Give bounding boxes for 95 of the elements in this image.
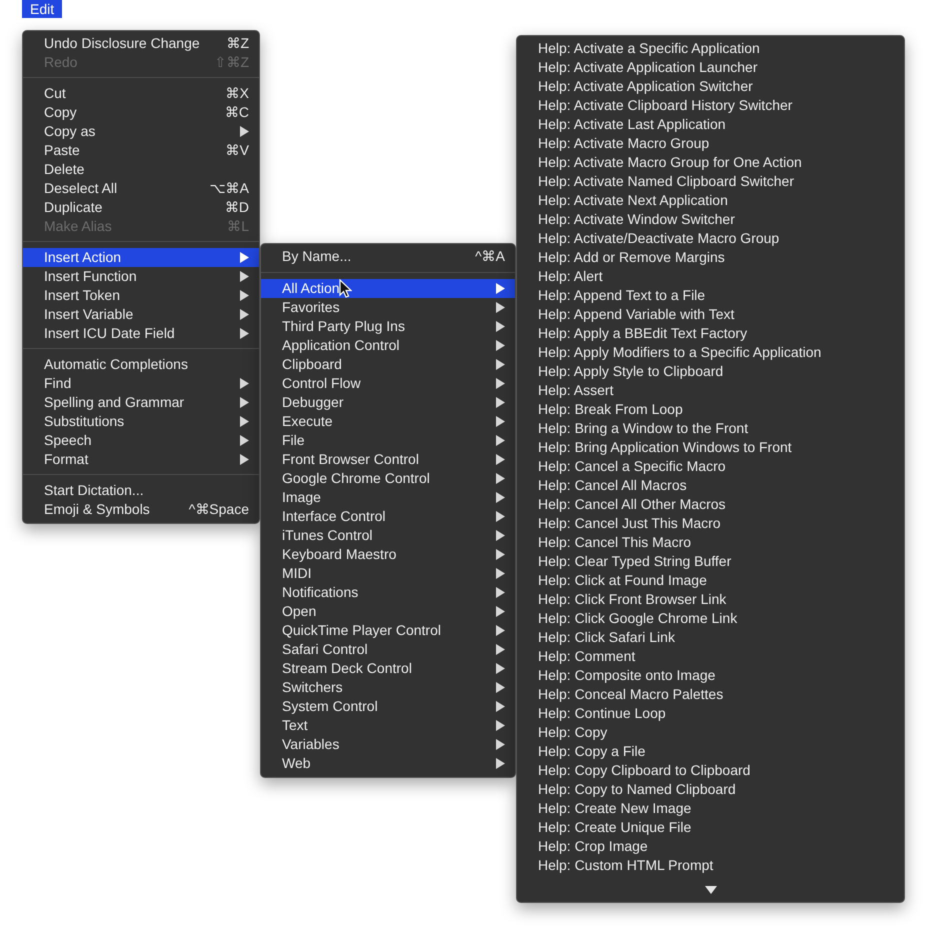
- menu-item[interactable]: Insert Function: [23, 267, 259, 286]
- menu-item[interactable]: Help: Click Google Chrome Link: [517, 609, 904, 628]
- menu-item[interactable]: Help: Alert: [517, 267, 904, 286]
- menu-item[interactable]: iTunes Control: [261, 526, 515, 545]
- menu-item[interactable]: Help: Activate Macro Group for One Action: [517, 153, 904, 172]
- menu-item[interactable]: QuickTime Player Control: [261, 621, 515, 640]
- menu-item[interactable]: Insert Token: [23, 286, 259, 305]
- menu-item[interactable]: MIDI: [261, 564, 515, 583]
- menu-item[interactable]: Image: [261, 488, 515, 507]
- menu-item[interactable]: Help: Apply Modifiers to a Specific Application: [517, 343, 904, 362]
- menu-item[interactable]: Debugger: [261, 393, 515, 412]
- menu-item[interactable]: Help: Cancel All Macros: [517, 476, 904, 495]
- menu-item[interactable]: Paste ⌘V: [23, 141, 259, 160]
- menu-item[interactable]: Help: Apply Style to Clipboard: [517, 362, 904, 381]
- menu-item[interactable]: Help: Create New Image: [517, 799, 904, 818]
- menu-item[interactable]: Help: Append Text to a File: [517, 286, 904, 305]
- menu-item[interactable]: Help: Assert: [517, 381, 904, 400]
- menu-item[interactable]: Emoji & Symbols ^⌘Space: [23, 500, 259, 519]
- menu-item[interactable]: Help: Continue Loop: [517, 704, 904, 723]
- menu-item[interactable]: Help: Add or Remove Margins: [517, 248, 904, 267]
- menu-item[interactable]: Variables: [261, 735, 515, 754]
- menu-item[interactable]: System Control: [261, 697, 515, 716]
- menu-item[interactable]: Help: Activate Next Application: [517, 191, 904, 210]
- menu-item[interactable]: Spelling and Grammar: [23, 393, 259, 412]
- menu-item[interactable]: Help: Activate Window Switcher: [517, 210, 904, 229]
- menu-item[interactable]: By Name... ^⌘A: [261, 247, 515, 266]
- menu-item[interactable]: Help: Conceal Macro Palettes: [517, 685, 904, 704]
- menu-item[interactable]: Help: Cancel This Macro: [517, 533, 904, 552]
- menu-item[interactable]: Help: Activate a Specific Application: [517, 39, 904, 58]
- menu-item[interactable]: Help: Copy to Named Clipboard: [517, 780, 904, 799]
- menu-item[interactable]: Help: Custom HTML Prompt: [517, 856, 904, 875]
- menu-item[interactable]: Help: Create Unique File: [517, 818, 904, 837]
- menu-item[interactable]: Help: Copy a File: [517, 742, 904, 761]
- menu-item[interactable]: Favorites: [261, 298, 515, 317]
- menu-item[interactable]: Google Chrome Control: [261, 469, 515, 488]
- menu-item[interactable]: Help: Activate Application Launcher: [517, 58, 904, 77]
- menu-item[interactable]: Duplicate ⌘D: [23, 198, 259, 217]
- menu-item[interactable]: Help: Activate Application Switcher: [517, 77, 904, 96]
- menu-item[interactable]: Switchers: [261, 678, 515, 697]
- menu-item[interactable]: Help: Break From Loop: [517, 400, 904, 419]
- menu-item[interactable]: All Action: [261, 279, 515, 298]
- menu-item[interactable]: Help: Click Safari Link: [517, 628, 904, 647]
- menu-item[interactable]: Interface Control: [261, 507, 515, 526]
- menu-item[interactable]: File: [261, 431, 515, 450]
- menu-item[interactable]: Notifications: [261, 583, 515, 602]
- menu-item[interactable]: Safari Control: [261, 640, 515, 659]
- menu-item[interactable]: Help: Crop Image: [517, 837, 904, 856]
- menu-item[interactable]: Help: Cancel Just This Macro: [517, 514, 904, 533]
- menu-item[interactable]: Automatic Completions: [23, 355, 259, 374]
- menu-item[interactable]: Help: Activate Named Clipboard Switcher: [517, 172, 904, 191]
- menu-bar-item[interactable]: Edit: [22, 0, 62, 18]
- menu-item[interactable]: Third Party Plug Ins: [261, 317, 515, 336]
- menu-item[interactable]: Insert Variable: [23, 305, 259, 324]
- menu-item[interactable]: Insert Action: [23, 248, 259, 267]
- menu-item[interactable]: Text: [261, 716, 515, 735]
- menu-item[interactable]: Execute: [261, 412, 515, 431]
- menu-item[interactable]: Help: Composite onto Image: [517, 666, 904, 685]
- menu-item[interactable]: Substitutions: [23, 412, 259, 431]
- menu-item[interactable]: Undo Disclosure Change ⌘Z: [23, 34, 259, 53]
- menu-item[interactable]: Insert ICU Date Field: [23, 324, 259, 343]
- menu-item[interactable]: Deselect All ⌥⌘A: [23, 179, 259, 198]
- menu-item[interactable]: Start Dictation...: [23, 481, 259, 500]
- menu-item[interactable]: Help: Activate Macro Group: [517, 134, 904, 153]
- menu-item[interactable]: Help: Comment: [517, 647, 904, 666]
- menu-item[interactable]: Help: Activate Last Application: [517, 115, 904, 134]
- menu-item[interactable]: Format: [23, 450, 259, 469]
- menu-item[interactable]: Cut ⌘X: [23, 84, 259, 103]
- menu-item[interactable]: Open: [261, 602, 515, 621]
- menu-item[interactable]: Web: [261, 754, 515, 773]
- menu-item[interactable]: Front Browser Control: [261, 450, 515, 469]
- menu-item[interactable]: Help: Copy Clipboard to Clipboard: [517, 761, 904, 780]
- mouse-pointer-icon: [339, 279, 352, 298]
- menu-item[interactable]: Help: Click at Found Image: [517, 571, 904, 590]
- menu-item[interactable]: Help: Activate/Deactivate Macro Group: [517, 229, 904, 248]
- menu-item[interactable]: Help: Copy: [517, 723, 904, 742]
- menu-item[interactable]: Delete: [23, 160, 259, 179]
- menu-item[interactable]: Help: Click Front Browser Link: [517, 590, 904, 609]
- menu-item[interactable]: Help: Apply a BBEdit Text Factory: [517, 324, 904, 343]
- menu-item[interactable]: Help: Cancel a Specific Macro: [517, 457, 904, 476]
- menu-item[interactable]: Help: Append Variable with Text: [517, 305, 904, 324]
- menu-item[interactable]: Control Flow: [261, 374, 515, 393]
- menu-item[interactable]: Copy ⌘C: [23, 103, 259, 122]
- menu-item[interactable]: Help: Cancel All Other Macros: [517, 495, 904, 514]
- menu-item[interactable]: Help: Bring Application Windows to Front: [517, 438, 904, 457]
- menu-item[interactable]: Help: Activate Clipboard History Switcher: [517, 96, 904, 115]
- menu-item[interactable]: Copy as: [23, 122, 259, 141]
- menu-item[interactable]: Speech: [23, 431, 259, 450]
- menu-item[interactable]: Help: Bring a Window to the Front: [517, 419, 904, 438]
- menu-item[interactable]: Keyboard Maestro: [261, 545, 515, 564]
- menu-item[interactable]: Application Control: [261, 336, 515, 355]
- scroll-down-icon: [704, 886, 716, 894]
- menu-item[interactable]: Clipboard: [261, 355, 515, 374]
- menu-item[interactable]: Find: [23, 374, 259, 393]
- menu-item[interactable]: Help: Clear Typed String Buffer: [517, 552, 904, 571]
- menu-item[interactable]: Stream Deck Control: [261, 659, 515, 678]
